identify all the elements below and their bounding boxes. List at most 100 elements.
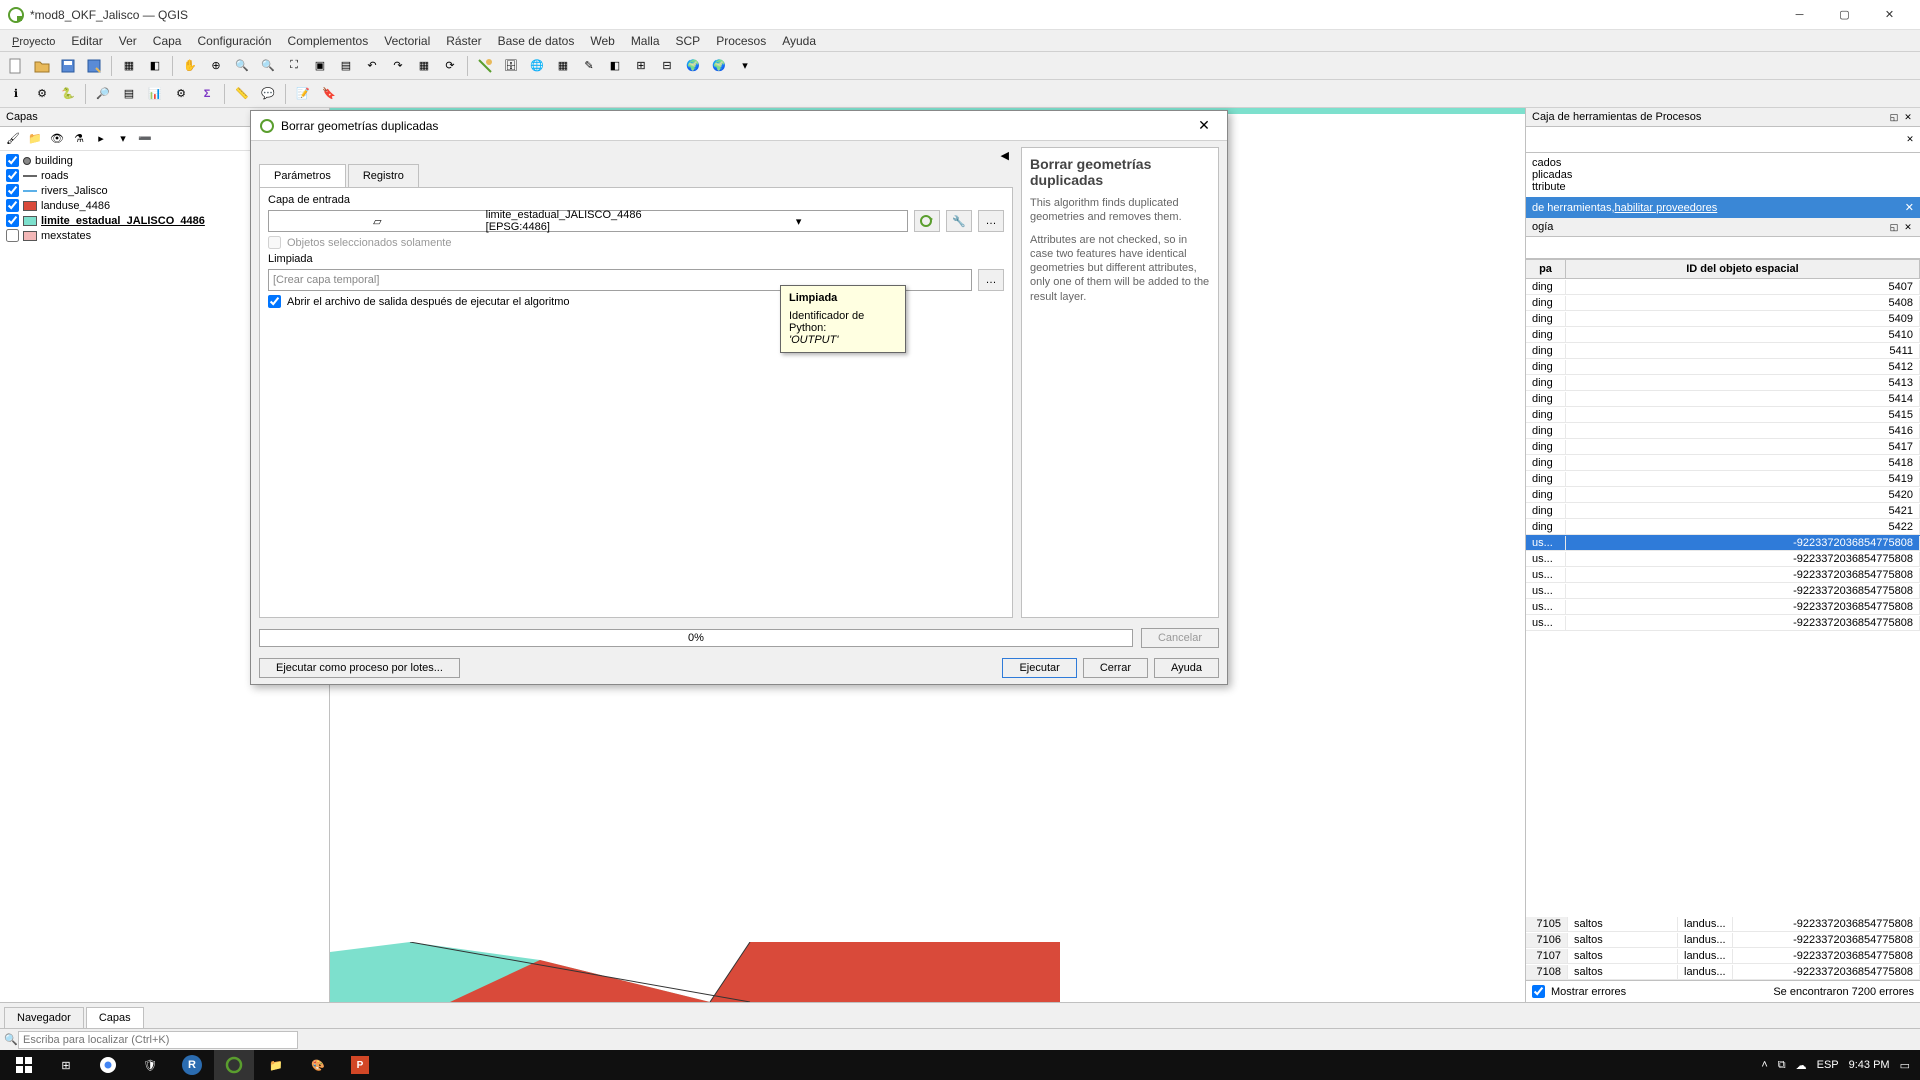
tb-extra3[interactable]: ◧ bbox=[603, 54, 627, 78]
explorer-icon[interactable]: 📁 bbox=[256, 1050, 296, 1080]
batch-button[interactable]: Ejecutar como proceso por lotes... bbox=[259, 658, 460, 678]
toolbox-item[interactable]: cados bbox=[1532, 157, 1914, 169]
tab-registro[interactable]: Registro bbox=[348, 164, 419, 187]
toolbox-close-icon[interactable]: ✕ bbox=[1902, 111, 1914, 123]
identify-icon[interactable]: ℹ bbox=[4, 82, 28, 106]
layer-visibility-checkbox[interactable] bbox=[6, 229, 19, 242]
menu-basedatos[interactable]: Base de datos bbox=[490, 32, 583, 50]
zoom-in-icon[interactable]: 🔍 bbox=[230, 54, 254, 78]
new-map-view-icon[interactable]: ▦ bbox=[412, 54, 436, 78]
field-calc-icon[interactable]: 📊 bbox=[143, 82, 167, 106]
menu-complementos[interactable]: Complementos bbox=[280, 32, 377, 50]
tb-extra7[interactable]: 🌍 bbox=[707, 54, 731, 78]
remove-layer-icon[interactable]: ➖ bbox=[136, 130, 154, 148]
cancel-button[interactable]: Cancelar bbox=[1141, 628, 1219, 648]
lang-indicator[interactable]: ESP bbox=[1817, 1059, 1839, 1071]
style-manager-icon[interactable]: ◧ bbox=[143, 54, 167, 78]
layer-visibility-checkbox[interactable] bbox=[6, 154, 19, 167]
toolbox-item[interactable]: plicadas bbox=[1532, 169, 1914, 181]
tb-extra6[interactable]: 🌍 bbox=[681, 54, 705, 78]
qgis-taskbar-icon[interactable] bbox=[214, 1050, 254, 1080]
add-db-icon[interactable]: 🗄 bbox=[499, 54, 523, 78]
tray-chevron-icon[interactable]: ˄ bbox=[1761, 1059, 1767, 1071]
selected-only-checkbox[interactable]: Objetos seleccionados solamente bbox=[268, 236, 1004, 249]
paint-icon[interactable]: 🎨 bbox=[298, 1050, 338, 1080]
layer-visibility-checkbox[interactable] bbox=[6, 199, 19, 212]
stats-summary-icon[interactable]: Σ bbox=[195, 82, 219, 106]
zoom-out-icon[interactable]: 🔍 bbox=[256, 54, 280, 78]
layer-visibility-checkbox[interactable] bbox=[6, 169, 19, 182]
tb-extra8[interactable]: ▾ bbox=[733, 54, 757, 78]
add-group-icon[interactable]: 📁 bbox=[26, 130, 44, 148]
dropbox-icon[interactable]: ⧉ bbox=[1778, 1059, 1786, 1072]
zoom-layer-icon[interactable]: ▤ bbox=[334, 54, 358, 78]
table-row[interactable]: 7106saltoslandus...-922337203685477580​8 bbox=[1526, 932, 1920, 948]
table-row[interactable]: ding5414 bbox=[1526, 391, 1920, 407]
menu-capa[interactable]: Capa bbox=[145, 32, 190, 50]
topo-float-icon[interactable]: ◱ bbox=[1888, 221, 1900, 233]
annotation-icon[interactable]: 📝 bbox=[291, 82, 315, 106]
dropdown-icon[interactable]: ▾ bbox=[694, 215, 903, 228]
table-row[interactable]: 7108saltoslandus...-922337203685477580​8 bbox=[1526, 964, 1920, 980]
close-dialog-button[interactable]: Cerrar bbox=[1083, 658, 1148, 678]
tb-extra1[interactable]: ▦ bbox=[551, 54, 575, 78]
measure-icon[interactable]: 📏 bbox=[230, 82, 254, 106]
r-icon[interactable]: R bbox=[172, 1050, 212, 1080]
table-row[interactable]: us...-922337203685477580​8 bbox=[1526, 551, 1920, 567]
menu-proyecto[interactable]: Proyecto bbox=[4, 32, 63, 50]
input-layer-combo[interactable]: ▱ limite_estadual_JALISCO_4486 [EPSG:448… bbox=[268, 210, 908, 232]
toolbox-sub-close-icon[interactable]: ✕ bbox=[1904, 134, 1916, 146]
toolbox-item[interactable]: ttribute bbox=[1532, 181, 1914, 193]
table-row[interactable]: ding5410 bbox=[1526, 327, 1920, 343]
menu-web[interactable]: Web bbox=[582, 32, 622, 50]
processing-toolbox-icon[interactable]: ⚙ bbox=[30, 82, 54, 106]
table-row[interactable]: ding5412 bbox=[1526, 359, 1920, 375]
maximize-button[interactable]: ▢ bbox=[1822, 0, 1867, 30]
table-row[interactable]: ding5421 bbox=[1526, 503, 1920, 519]
save-project-icon[interactable] bbox=[56, 54, 80, 78]
table-row[interactable]: ding5422 bbox=[1526, 519, 1920, 535]
table-row[interactable]: ding5415 bbox=[1526, 407, 1920, 423]
table-row[interactable]: us...-922337203685477580​8 bbox=[1526, 535, 1920, 551]
table-row[interactable]: 7105saltoslandus...-922337203685477580​8 bbox=[1526, 916, 1920, 932]
tb-extra5[interactable]: ⊟ bbox=[655, 54, 679, 78]
infobar-close-icon[interactable]: ✕ bbox=[1905, 201, 1914, 214]
advanced-button[interactable]: 🔧 bbox=[946, 210, 972, 232]
iterate-button[interactable] bbox=[914, 210, 940, 232]
table-row[interactable]: ding5411 bbox=[1526, 343, 1920, 359]
save-as-icon[interactable] bbox=[82, 54, 106, 78]
table-row[interactable]: us...-922337203685477580​8 bbox=[1526, 599, 1920, 615]
topo-close-icon[interactable]: ✕ bbox=[1902, 221, 1914, 233]
identify-features-icon[interactable]: 🔎 bbox=[91, 82, 115, 106]
bookmark-icon[interactable]: 🔖 bbox=[317, 82, 341, 106]
run-button[interactable]: Ejecutar bbox=[1002, 658, 1076, 678]
menu-raster[interactable]: Ráster bbox=[438, 32, 489, 50]
tb-extra2[interactable]: ✎ bbox=[577, 54, 601, 78]
open-project-icon[interactable] bbox=[30, 54, 54, 78]
table-row[interactable]: ding5418 bbox=[1526, 455, 1920, 471]
menu-procesos[interactable]: Procesos bbox=[708, 32, 774, 50]
add-wms-icon[interactable]: 🌐 bbox=[525, 54, 549, 78]
open-table-icon[interactable]: ▤ bbox=[117, 82, 141, 106]
show-errors-checkbox[interactable]: Mostrar errores bbox=[1532, 985, 1626, 998]
menu-malla[interactable]: Malla bbox=[623, 32, 668, 50]
toolbox-float-icon[interactable]: ◱ bbox=[1888, 111, 1900, 123]
add-vector-icon[interactable] bbox=[473, 54, 497, 78]
dialog-close-icon[interactable]: ✕ bbox=[1189, 117, 1219, 134]
locator-input[interactable] bbox=[18, 1031, 298, 1049]
new-project-icon[interactable] bbox=[4, 54, 28, 78]
lower-table[interactable]: 7105saltoslandus...-922337203685477580​8… bbox=[1526, 916, 1920, 980]
table-row[interactable]: us...-922337203685477580​8 bbox=[1526, 615, 1920, 631]
tab-navegador[interactable]: Navegador bbox=[4, 1007, 84, 1028]
zoom-last-icon[interactable]: ↶ bbox=[360, 54, 384, 78]
table-row[interactable]: ding5417 bbox=[1526, 439, 1920, 455]
toolbox-icon[interactable]: ⚙ bbox=[169, 82, 193, 106]
menu-vectorial[interactable]: Vectorial bbox=[376, 32, 438, 50]
menu-editar[interactable]: Editar bbox=[63, 32, 110, 50]
layer-visibility-checkbox[interactable] bbox=[6, 214, 19, 227]
layout-manager-icon[interactable]: ▦ bbox=[117, 54, 141, 78]
help-button[interactable]: Ayuda bbox=[1154, 658, 1219, 678]
layer-style-icon[interactable]: 🖌 bbox=[4, 130, 22, 148]
zoom-next-icon[interactable]: ↷ bbox=[386, 54, 410, 78]
collapse-all-icon[interactable]: ▾ bbox=[114, 130, 132, 148]
